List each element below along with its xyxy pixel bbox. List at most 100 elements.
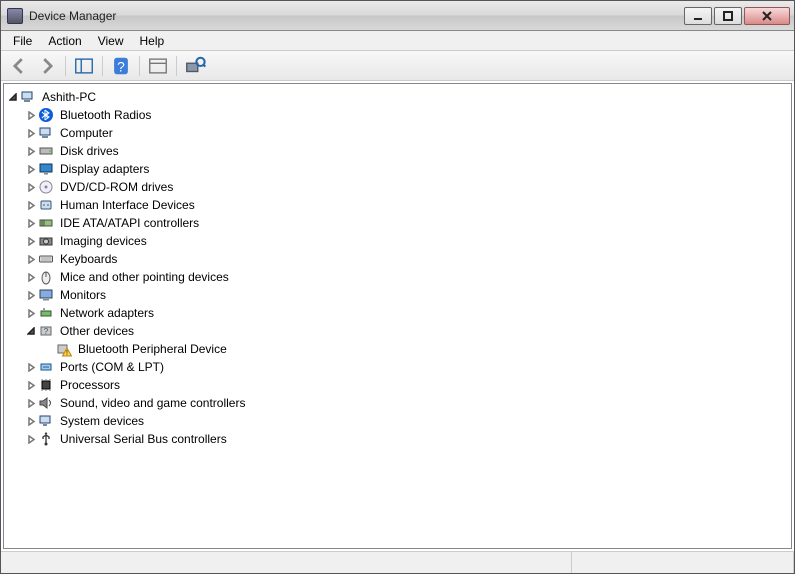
tree-label: System devices <box>58 412 146 430</box>
tree-label: Universal Serial Bus controllers <box>58 430 229 448</box>
expand-icon[interactable] <box>24 306 38 320</box>
device-category[interactable]: Ashith-PC <box>6 88 789 106</box>
toolbar-separator <box>102 56 103 76</box>
expand-icon[interactable] <box>24 162 38 176</box>
window: Device Manager File Action View Help ? A… <box>0 0 795 574</box>
device-category[interactable]: Computer <box>6 124 789 142</box>
tree-label: Processors <box>58 376 122 394</box>
tree-label: IDE ATA/ATAPI controllers <box>58 214 201 232</box>
device-category[interactable]: Mice and other pointing devices <box>6 268 789 286</box>
mouse-icon <box>38 269 54 285</box>
show-hide-console-tree-button[interactable] <box>72 54 96 78</box>
toolbar-separator <box>176 56 177 76</box>
device-category[interactable]: System devices <box>6 412 789 430</box>
status-cell <box>1 552 572 573</box>
expand-icon[interactable] <box>24 180 38 194</box>
collapse-icon[interactable] <box>24 324 38 338</box>
device-category[interactable]: Keyboards <box>6 250 789 268</box>
toolbar-separator <box>139 56 140 76</box>
maximize-button[interactable] <box>714 7 742 25</box>
device-category[interactable]: Bluetooth Radios <box>6 106 789 124</box>
imaging-icon <box>38 233 54 249</box>
titlebar[interactable]: Device Manager <box>1 1 794 31</box>
svg-text:?: ? <box>117 59 125 74</box>
close-button[interactable] <box>744 7 790 25</box>
device-category[interactable]: ? Other devices <box>6 322 789 340</box>
tree-label: Sound, video and game controllers <box>58 394 247 412</box>
tree-label: Imaging devices <box>58 232 149 250</box>
computer-icon <box>38 125 54 141</box>
tree-label: Monitors <box>58 286 108 304</box>
tree-label: Mice and other pointing devices <box>58 268 231 286</box>
disk-icon <box>38 143 54 159</box>
menu-view[interactable]: View <box>90 32 132 50</box>
device-category[interactable]: Processors <box>6 376 789 394</box>
device-category[interactable]: Network adapters <box>6 304 789 322</box>
device-category[interactable]: Sound, video and game controllers <box>6 394 789 412</box>
content-area: Ashith-PCBluetooth RadiosComputerDisk dr… <box>1 81 794 551</box>
tree-label: Other devices <box>58 322 136 340</box>
device-category[interactable]: Imaging devices <box>6 232 789 250</box>
device-category[interactable]: Disk drives <box>6 142 789 160</box>
tree-label: DVD/CD-ROM drives <box>58 178 175 196</box>
system-icon <box>38 413 54 429</box>
device-category[interactable]: Human Interface Devices <box>6 196 789 214</box>
hid-icon <box>38 197 54 213</box>
tree-label: Display adapters <box>58 160 151 178</box>
expand-icon[interactable] <box>24 414 38 428</box>
device-category[interactable]: Display adapters <box>6 160 789 178</box>
expand-icon[interactable] <box>24 270 38 284</box>
expand-icon[interactable] <box>24 234 38 248</box>
toolbar-separator <box>65 56 66 76</box>
tree-label: Computer <box>58 124 115 142</box>
tree-label: Disk drives <box>58 142 121 160</box>
computer-icon <box>20 89 36 105</box>
expand-icon[interactable] <box>24 432 38 446</box>
device-category[interactable]: Ports (COM & LPT) <box>6 358 789 376</box>
expand-icon[interactable] <box>24 126 38 140</box>
expand-icon[interactable] <box>24 378 38 392</box>
expand-icon[interactable] <box>24 360 38 374</box>
minimize-button[interactable] <box>684 7 712 25</box>
device-category[interactable]: IDE ATA/ATAPI controllers <box>6 214 789 232</box>
window-title: Device Manager <box>29 9 684 23</box>
tree-label: Network adapters <box>58 304 156 322</box>
expand-icon[interactable] <box>24 198 38 212</box>
usb-icon <box>38 431 54 447</box>
cd-icon <box>38 179 54 195</box>
expand-icon[interactable] <box>24 216 38 230</box>
device-category[interactable]: Universal Serial Bus controllers <box>6 430 789 448</box>
ide-icon <box>38 215 54 231</box>
properties-button[interactable] <box>146 54 170 78</box>
port-icon <box>38 359 54 375</box>
menu-file[interactable]: File <box>5 32 40 50</box>
expand-icon[interactable] <box>24 252 38 266</box>
sound-icon <box>38 395 54 411</box>
expand-icon[interactable] <box>24 396 38 410</box>
back-button[interactable] <box>7 54 31 78</box>
keyboard-icon <box>38 251 54 267</box>
svg-text:?: ? <box>44 327 49 336</box>
menu-action[interactable]: Action <box>40 32 89 50</box>
help-button[interactable]: ? <box>109 54 133 78</box>
warning-icon: ! <box>56 341 72 357</box>
window-buttons <box>684 7 790 25</box>
expand-icon[interactable] <box>24 108 38 122</box>
expand-icon[interactable] <box>24 288 38 302</box>
tree-label: Ports (COM & LPT) <box>58 358 166 376</box>
device-category[interactable]: Monitors <box>6 286 789 304</box>
expand-icon[interactable] <box>24 144 38 158</box>
tree-label: Human Interface Devices <box>58 196 197 214</box>
bluetooth-icon <box>38 107 54 123</box>
statusbar <box>1 551 794 573</box>
device-item[interactable]: !Bluetooth Peripheral Device <box>6 340 789 358</box>
tree-label: Bluetooth Peripheral Device <box>76 340 229 358</box>
forward-button[interactable] <box>35 54 59 78</box>
device-tree[interactable]: Ashith-PCBluetooth RadiosComputerDisk dr… <box>3 83 792 549</box>
scan-hardware-button[interactable] <box>183 54 207 78</box>
collapse-icon[interactable] <box>6 90 20 104</box>
menu-help[interactable]: Help <box>132 32 173 50</box>
display-icon <box>38 161 54 177</box>
device-category[interactable]: DVD/CD-ROM drives <box>6 178 789 196</box>
tree-label: Bluetooth Radios <box>58 106 153 124</box>
